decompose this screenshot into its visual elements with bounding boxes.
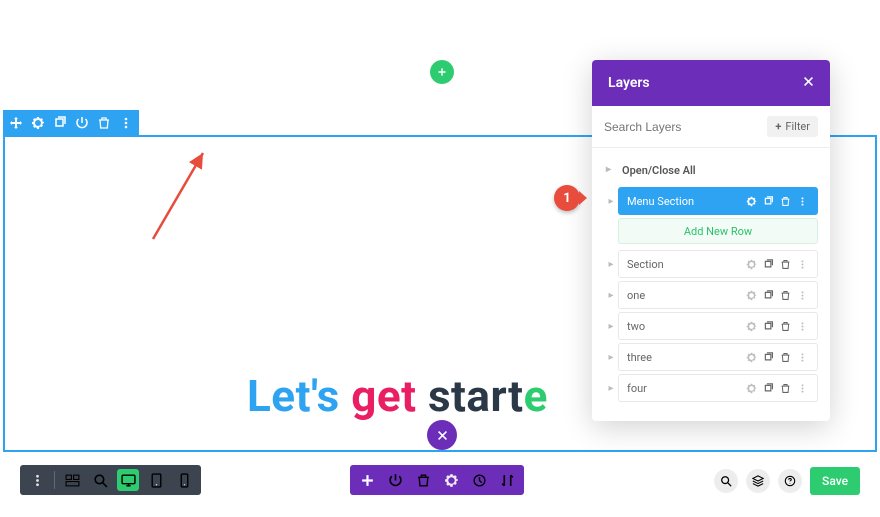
more-icon[interactable]	[795, 194, 809, 208]
hero-heading: Let's get starte	[247, 370, 548, 422]
section-toolbar	[3, 110, 139, 136]
trash-icon[interactable]	[778, 194, 792, 208]
help-icon[interactable]	[778, 469, 802, 493]
layers-panel-title: Layers	[608, 75, 650, 91]
more-icon[interactable]	[795, 381, 809, 395]
bottom-left-toolbar	[20, 465, 201, 495]
gear-icon[interactable]	[744, 194, 758, 208]
layer-label: two	[627, 320, 645, 333]
bottom-center-toolbar	[350, 465, 524, 495]
layer-label: Section	[627, 258, 664, 271]
trash-icon[interactable]	[412, 469, 434, 491]
history-icon[interactable]	[468, 469, 490, 491]
gear-icon[interactable]	[440, 469, 462, 491]
wireframe-icon[interactable]	[61, 469, 83, 491]
layer-item[interactable]: four	[618, 374, 818, 402]
duplicate-icon[interactable]	[51, 114, 69, 132]
more-icon[interactable]	[795, 257, 809, 271]
close-icon[interactable]	[803, 75, 814, 91]
trash-icon[interactable]	[95, 114, 113, 132]
layer-row-active: ▸ Menu Section	[604, 187, 818, 215]
phone-icon[interactable]	[173, 469, 195, 491]
layer-item-menu-section[interactable]: Menu Section	[618, 187, 818, 215]
layer-label: three	[627, 351, 652, 364]
callout-badge: 1	[554, 185, 580, 211]
layer-row: ▸ four	[604, 374, 818, 402]
more-icon[interactable]	[795, 288, 809, 302]
layer-row: ▸ Section	[604, 250, 818, 278]
layer-item[interactable]: three	[618, 343, 818, 371]
power-icon[interactable]	[73, 114, 91, 132]
chevron-right-icon[interactable]: ▸	[604, 352, 618, 363]
layers-panel: Layers +Filter Open/Close All ▸ Menu Sec…	[592, 60, 830, 421]
chevron-right-icon[interactable]: ▸	[604, 383, 618, 394]
gear-icon[interactable]	[744, 381, 758, 395]
duplicate-icon[interactable]	[761, 381, 775, 395]
move-icon[interactable]	[7, 114, 25, 132]
filter-button[interactable]: +Filter	[767, 116, 818, 137]
chevron-right-icon[interactable]: ▸	[604, 259, 618, 270]
save-button[interactable]: Save	[810, 467, 860, 495]
gear-icon[interactable]	[744, 257, 758, 271]
trash-icon[interactable]	[778, 319, 792, 333]
more-icon[interactable]	[795, 350, 809, 364]
open-close-all[interactable]: Open/Close All	[604, 158, 818, 187]
gear-icon[interactable]	[29, 114, 47, 132]
layer-label: Menu Section	[627, 195, 694, 208]
duplicate-icon[interactable]	[761, 194, 775, 208]
zoom-icon[interactable]	[89, 469, 111, 491]
gear-icon[interactable]	[744, 288, 758, 302]
callout-tail	[579, 191, 587, 205]
more-icon[interactable]	[26, 469, 48, 491]
add-section-button[interactable]	[430, 60, 454, 84]
duplicate-icon[interactable]	[761, 350, 775, 364]
chevron-right-icon[interactable]: ▸	[604, 290, 618, 301]
search-input[interactable]	[604, 120, 759, 134]
annotation-arrow	[147, 145, 217, 245]
duplicate-icon[interactable]	[761, 288, 775, 302]
desktop-icon[interactable]	[117, 469, 139, 491]
layer-item[interactable]: two	[618, 312, 818, 340]
close-builder-button[interactable]	[427, 420, 457, 450]
trash-icon[interactable]	[778, 381, 792, 395]
layer-row: ▸ two	[604, 312, 818, 340]
add-new-row-button[interactable]: Add New Row	[618, 218, 818, 244]
divider	[54, 471, 55, 489]
gear-icon[interactable]	[744, 350, 758, 364]
sort-icon[interactable]	[496, 469, 518, 491]
layers-panel-header: Layers	[592, 60, 830, 106]
trash-icon[interactable]	[778, 288, 792, 302]
chevron-right-icon[interactable]: ▸	[604, 196, 618, 207]
filter-label: Filter	[785, 120, 810, 133]
more-icon[interactable]	[795, 319, 809, 333]
layer-item[interactable]: one	[618, 281, 818, 309]
layer-item[interactable]: Section	[618, 250, 818, 278]
duplicate-icon[interactable]	[761, 319, 775, 333]
trash-icon[interactable]	[778, 350, 792, 364]
duplicate-icon[interactable]	[761, 257, 775, 271]
tablet-icon[interactable]	[145, 469, 167, 491]
layer-row: ▸ three	[604, 343, 818, 371]
hero-word-3b: e	[524, 370, 548, 422]
plus-icon[interactable]	[356, 469, 378, 491]
layer-label: one	[627, 289, 645, 302]
layer-row: ▸ one	[604, 281, 818, 309]
power-icon[interactable]	[384, 469, 406, 491]
hero-word-1: Let's	[247, 370, 351, 422]
more-icon[interactable]	[117, 114, 135, 132]
bottom-right-toolbar: Save	[714, 467, 860, 495]
layer-label: four	[627, 382, 647, 395]
hero-word-3a: start	[428, 370, 524, 422]
layers-search-row: +Filter	[592, 106, 830, 148]
trash-icon[interactable]	[778, 257, 792, 271]
callout-marker: 1	[554, 185, 587, 211]
chevron-right-icon[interactable]: ▸	[604, 321, 618, 332]
search-icon[interactable]	[714, 469, 738, 493]
layers-icon[interactable]	[746, 469, 770, 493]
gear-icon[interactable]	[744, 319, 758, 333]
hero-word-2: get	[351, 370, 428, 422]
